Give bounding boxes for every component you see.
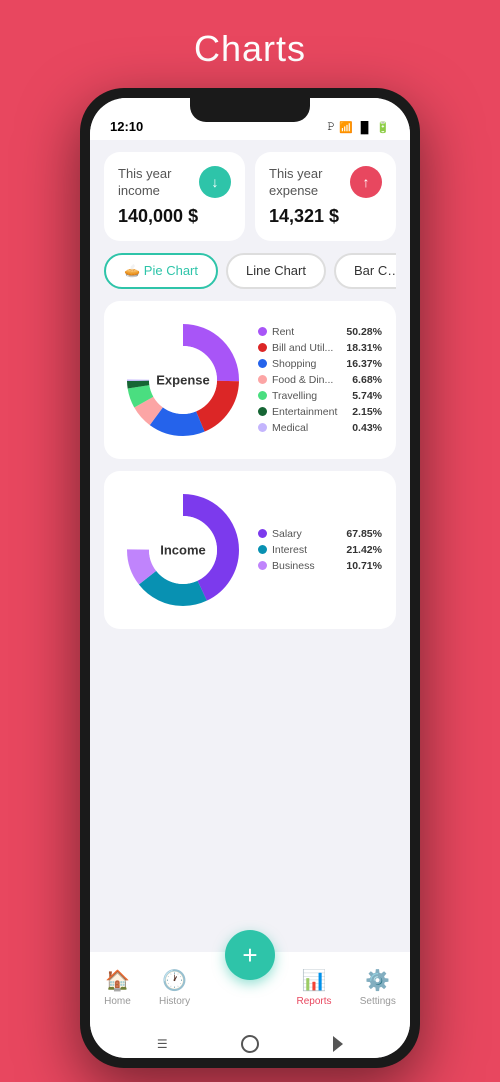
reports-label: Reports: [297, 996, 332, 1007]
menu-icon: ☰: [157, 1037, 168, 1051]
legend-name: Entertainment: [272, 406, 347, 418]
home-icon: 🏠: [105, 968, 130, 993]
battery-icon: 🔋: [376, 121, 390, 134]
legend-dot: [258, 327, 267, 336]
expense-icon: ↑: [350, 166, 382, 198]
income-chart-card: Income Salary 67.85% Interest 21.42% Bus…: [104, 471, 396, 629]
expense-card-header: This year expense ↑: [269, 166, 382, 200]
legend-item: Medical 0.43%: [258, 422, 382, 434]
main-content: This year income ↓ 140,000 $ This year e…: [90, 140, 410, 952]
legend-item: Food & Din... 6.68%: [258, 374, 382, 386]
income-value: 140,000 $: [118, 206, 231, 227]
legend-pct: 50.28%: [346, 326, 382, 338]
history-icon: 🕐: [162, 968, 187, 993]
legend-dot: [258, 529, 267, 538]
legend-dot: [258, 359, 267, 368]
nav-history[interactable]: 🕐 History: [159, 968, 190, 1007]
history-label: History: [159, 996, 190, 1007]
status-time: 12:10: [110, 119, 143, 134]
phone-frame: 12:10 𝙿 📶 ▐▌ 🔋 This year income ↓ 140,00…: [80, 88, 420, 1068]
expense-donut-label: Expense: [156, 372, 209, 387]
signal-icon: ▐▌: [357, 122, 373, 134]
expense-card-label: This year expense: [269, 166, 350, 200]
legend-pct: 67.85%: [346, 528, 382, 540]
status-icons: 𝙿 📶 ▐▌ 🔋: [327, 121, 390, 134]
legend-dot: [258, 391, 267, 400]
legend-pct: 18.31%: [346, 342, 382, 354]
legend-item: Interest 21.42%: [258, 544, 382, 556]
legend-name: Salary: [272, 528, 341, 540]
income-legend: Salary 67.85% Interest 21.42% Business 1…: [258, 528, 382, 572]
legend-item: Business 10.71%: [258, 560, 382, 572]
nav-home[interactable]: 🏠 Home: [104, 968, 131, 1007]
expense-donut-row: Expense Rent 50.28% Bill and Util... 18.…: [118, 315, 382, 445]
legend-name: Interest: [272, 544, 341, 556]
nav-settings[interactable]: ⚙️ Settings: [360, 968, 396, 1007]
summary-row: This year income ↓ 140,000 $ This year e…: [104, 152, 396, 241]
nav-reports[interactable]: 📊 Reports: [297, 968, 332, 1007]
legend-pct: 21.42%: [346, 544, 382, 556]
income-card: This year income ↓ 140,000 $: [104, 152, 245, 241]
phone-screen: 12:10 𝙿 📶 ▐▌ 🔋 This year income ↓ 140,00…: [90, 98, 410, 1058]
legend-name: Travelling: [272, 390, 347, 402]
legend-item: Shopping 16.37%: [258, 358, 382, 370]
legend-item: Rent 50.28%: [258, 326, 382, 338]
legend-pct: 5.74%: [352, 390, 382, 402]
legend-pct: 2.15%: [352, 406, 382, 418]
legend-name: Shopping: [272, 358, 341, 370]
legend-item: Salary 67.85%: [258, 528, 382, 540]
legend-name: Food & Din...: [272, 374, 347, 386]
expense-legend: Rent 50.28% Bill and Util... 18.31% Shop…: [258, 326, 382, 434]
legend-name: Rent: [272, 326, 341, 338]
back-triangle: [333, 1036, 343, 1052]
home-circle: [241, 1035, 259, 1053]
privacy-icon: 𝙿: [327, 121, 335, 134]
legend-item: Bill and Util... 18.31%: [258, 342, 382, 354]
expense-value: 14,321 $: [269, 206, 382, 227]
settings-label: Settings: [360, 996, 396, 1007]
settings-icon: ⚙️: [365, 968, 390, 993]
legend-pct: 10.71%: [346, 560, 382, 572]
legend-pct: 0.43%: [352, 422, 382, 434]
tab-line-chart[interactable]: Line Chart: [226, 253, 326, 289]
home-label: Home: [104, 996, 131, 1007]
income-donut-container: Income: [118, 485, 248, 615]
income-icon: ↓: [199, 166, 231, 198]
page-title: Charts: [194, 28, 306, 70]
legend-pct: 6.68%: [352, 374, 382, 386]
legend-dot: [258, 423, 267, 432]
phone-notch: [190, 98, 310, 122]
expense-donut-container: Expense: [118, 315, 248, 445]
legend-pct: 16.37%: [346, 358, 382, 370]
fab-button[interactable]: +: [225, 930, 275, 980]
legend-dot: [258, 561, 267, 570]
legend-item: Entertainment 2.15%: [258, 406, 382, 418]
income-donut-row: Income Salary 67.85% Interest 21.42% Bus…: [118, 485, 382, 615]
income-donut-label: Income: [160, 542, 206, 557]
legend-item: Travelling 5.74%: [258, 390, 382, 402]
income-card-header: This year income ↓: [118, 166, 231, 200]
legend-dot: [258, 545, 267, 554]
income-card-label: This year income: [118, 166, 199, 200]
chart-tabs: 🥧 Pie Chart Line Chart Bar C…: [104, 253, 396, 289]
legend-dot: [258, 407, 267, 416]
legend-dot: [258, 375, 267, 384]
legend-name: Medical: [272, 422, 347, 434]
expense-chart-card: Expense Rent 50.28% Bill and Util... 18.…: [104, 301, 396, 459]
legend-name: Business: [272, 560, 341, 572]
expense-card: This year expense ↑ 14,321 $: [255, 152, 396, 241]
legend-dot: [258, 343, 267, 352]
legend-name: Bill and Util...: [272, 342, 341, 354]
wifi-icon: 📶: [339, 121, 353, 134]
home-bar: ☰: [90, 1030, 410, 1058]
reports-icon: 📊: [302, 968, 327, 993]
tab-pie-chart[interactable]: 🥧 Pie Chart: [104, 253, 218, 289]
tab-bar-chart[interactable]: Bar C…: [334, 253, 396, 289]
bottom-nav: + 🏠 Home 🕐 History 📊 Reports ⚙️ Settings: [90, 952, 410, 1030]
